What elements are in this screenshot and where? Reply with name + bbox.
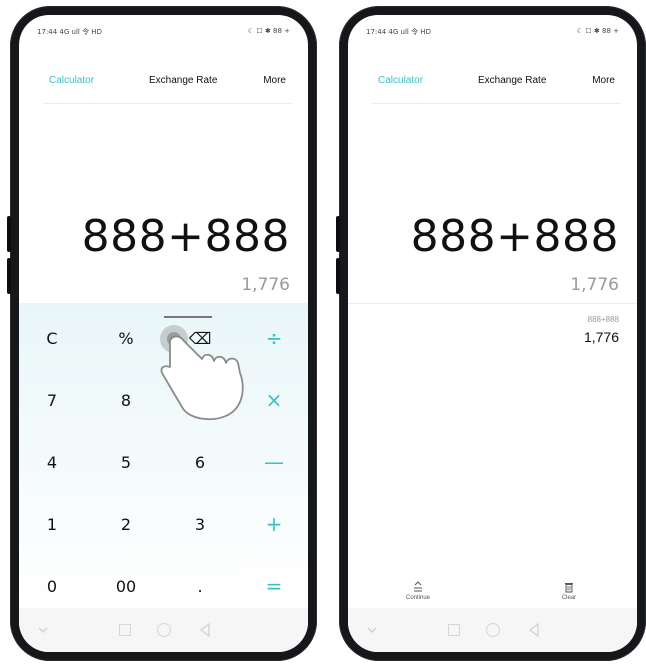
continue-button[interactable]: Continue [388, 581, 448, 601]
tab-exchange-rate[interactable]: Exchange Rate [149, 75, 217, 86]
key-decimal[interactable]: . [167, 561, 233, 611]
key-6[interactable]: 6 [167, 437, 233, 487]
status-bar: 17:44 4G ull 令 HD ☾ ☐ ✱ 88 + [19, 15, 308, 41]
key-00[interactable]: 00 [93, 561, 159, 611]
hide-nav-icon[interactable] [366, 624, 378, 636]
clear-button[interactable]: Clear [539, 581, 599, 601]
status-indicators: ☾ ☐ ✱ 88 + [247, 27, 290, 35]
volume-button [336, 258, 340, 294]
clear-label: Clear [561, 595, 577, 601]
back-nav-icon[interactable] [197, 622, 213, 638]
key-2[interactable]: 2 [93, 499, 159, 549]
calculator-history-screen: 17:44 4G ull 令 HD ☾ ☐ ✱ 88 + Calculator … [348, 15, 637, 652]
tap-hand-icon [160, 316, 244, 421]
tab-more[interactable]: More [592, 75, 615, 86]
expression-display: 888+888 [410, 211, 619, 262]
tab-more[interactable]: More [263, 75, 286, 86]
continue-icon [414, 581, 422, 592]
key-percent[interactable]: % [93, 313, 159, 363]
phone-right: 17:44 4G ull 令 HD ☾ ☐ ✱ 88 + Calculator … [336, 6, 646, 661]
calculator-screen: 17:44 4G ull 令 HD ☾ ☐ ✱ 88 + Calculator … [19, 15, 308, 652]
volume-button [336, 216, 340, 252]
recents-nav-icon[interactable] [448, 624, 460, 636]
home-nav-icon[interactable] [157, 623, 171, 637]
key-4[interactable]: 4 [19, 437, 85, 487]
back-nav-icon[interactable] [526, 622, 542, 638]
tab-calculator[interactable]: Calculator [49, 75, 94, 86]
history-divider [348, 303, 637, 304]
key-8[interactable]: 8 [93, 375, 159, 425]
key-1[interactable]: 1 [19, 499, 85, 549]
history-result[interactable]: 1,776 [584, 329, 619, 345]
status-indicators: ☾ ☐ ✱ 88 + [576, 27, 619, 35]
key-0[interactable]: 0 [19, 561, 85, 611]
key-plus[interactable]: + [241, 499, 307, 549]
history-expression[interactable]: 888+888 [588, 315, 619, 324]
expression-display: 888+888 [81, 211, 290, 262]
key-equals[interactable]: = [241, 561, 307, 611]
phone-left: 17:44 4G ull 令 HD ☾ ☐ ✱ 88 + Calculator … [7, 6, 317, 661]
tab-bar: Calculator Exchange Rate More [43, 75, 292, 104]
home-nav-icon[interactable] [486, 623, 500, 637]
result-display: 1,776 [241, 275, 290, 295]
volume-button [7, 258, 11, 294]
tab-calculator[interactable]: Calculator [378, 75, 423, 86]
volume-button [7, 216, 11, 252]
tab-exchange-rate[interactable]: Exchange Rate [478, 75, 546, 86]
result-display: 1,776 [570, 275, 619, 295]
nav-bar [19, 608, 308, 652]
key-5[interactable]: 5 [93, 437, 159, 487]
trash-icon [565, 583, 573, 593]
status-bar: 17:44 4G ull 令 HD ☾ ☐ ✱ 88 + [348, 15, 637, 41]
status-time: 17:44 4G ull 令 HD [366, 28, 431, 36]
tab-bar: Calculator Exchange Rate More [372, 75, 621, 104]
status-time: 17:44 4G ull 令 HD [37, 28, 102, 36]
hide-nav-icon[interactable] [37, 624, 49, 636]
key-3[interactable]: 3 [167, 499, 233, 549]
key-clear[interactable]: C [19, 313, 85, 363]
nav-bar [348, 608, 637, 652]
recents-nav-icon[interactable] [119, 624, 131, 636]
key-7[interactable]: 7 [19, 375, 85, 425]
continue-label: Continue [405, 595, 431, 601]
key-minus[interactable]: — [241, 437, 307, 487]
